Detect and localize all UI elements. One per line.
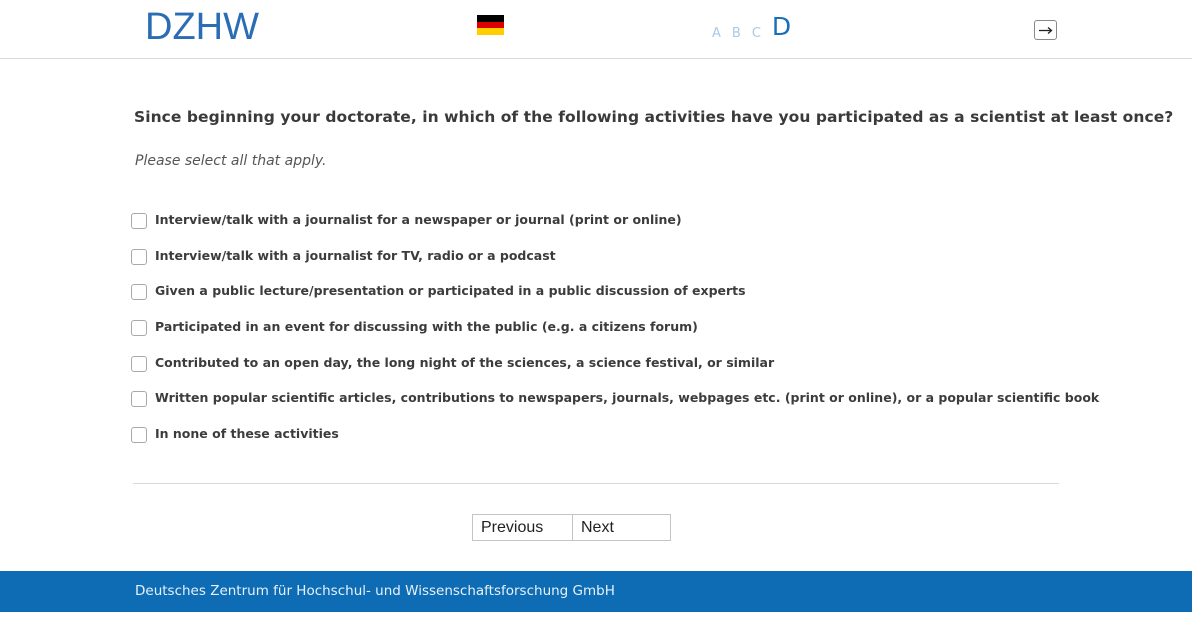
- flag-stripe-red: [477, 21, 504, 29]
- font-size-selector: A B C D: [712, 12, 791, 42]
- previous-button[interactable]: Previous: [472, 514, 572, 541]
- option-open-day[interactable]: Contributed to an open day, the long nig…: [131, 354, 1099, 390]
- font-size-a[interactable]: A: [712, 26, 721, 42]
- navigation-buttons: Previous Next: [472, 514, 671, 541]
- checkbox[interactable]: [131, 391, 147, 408]
- checkbox[interactable]: [131, 248, 147, 265]
- flag-stripe-gold: [477, 28, 504, 36]
- footer: Deutsches Zentrum für Hochschul- und Wis…: [0, 571, 1192, 612]
- header: DZHW A B C D: [0, 0, 1192, 59]
- checkbox[interactable]: [131, 284, 147, 301]
- dzhw-logo[interactable]: DZHW: [145, 7, 259, 47]
- question-text: Since beginning your doctorate, in which…: [134, 108, 1174, 126]
- checkbox[interactable]: [131, 427, 147, 444]
- option-public-lecture[interactable]: Given a public lecture/presentation or p…: [131, 282, 1099, 318]
- font-size-d[interactable]: D: [772, 12, 791, 42]
- logout-icon: [1039, 27, 1053, 34]
- flag-stripe-black: [477, 15, 504, 22]
- exit-button[interactable]: [1034, 20, 1057, 40]
- font-size-b[interactable]: B: [732, 26, 741, 42]
- option-label: Given a public lecture/presentation or p…: [155, 283, 746, 299]
- options-list: Interview/talk with a journalist for a n…: [131, 211, 1099, 461]
- option-label: In none of these activities: [155, 426, 339, 442]
- option-label: Contributed to an open day, the long nig…: [155, 354, 775, 370]
- option-popular-articles[interactable]: Written popular scientific articles, con…: [131, 389, 1099, 425]
- option-public-event[interactable]: Participated in an event for discussing …: [131, 318, 1099, 354]
- option-label: Interview/talk with a journalist for a n…: [155, 212, 682, 227]
- germany-flag-icon[interactable]: [477, 15, 504, 36]
- instruction-text: Please select all that apply.: [135, 153, 327, 169]
- checkbox[interactable]: [131, 355, 147, 372]
- option-label: Written popular scientific articles, con…: [155, 390, 1100, 406]
- option-journalist-tv-radio[interactable]: Interview/talk with a journalist for TV,…: [131, 247, 1099, 283]
- option-label: Participated in an event for discussing …: [155, 319, 698, 335]
- option-label: Interview/talk with a journalist for TV,…: [155, 247, 556, 263]
- next-button[interactable]: Next: [572, 514, 671, 541]
- checkbox[interactable]: [131, 320, 147, 337]
- footer-text: Deutsches Zentrum für Hochschul- und Wis…: [135, 583, 615, 599]
- font-size-c[interactable]: C: [752, 26, 761, 42]
- option-journalist-print[interactable]: Interview/talk with a journalist for a n…: [131, 211, 1099, 247]
- divider: [133, 483, 1059, 484]
- option-none[interactable]: In none of these activities: [131, 425, 1099, 461]
- checkbox[interactable]: [131, 213, 147, 229]
